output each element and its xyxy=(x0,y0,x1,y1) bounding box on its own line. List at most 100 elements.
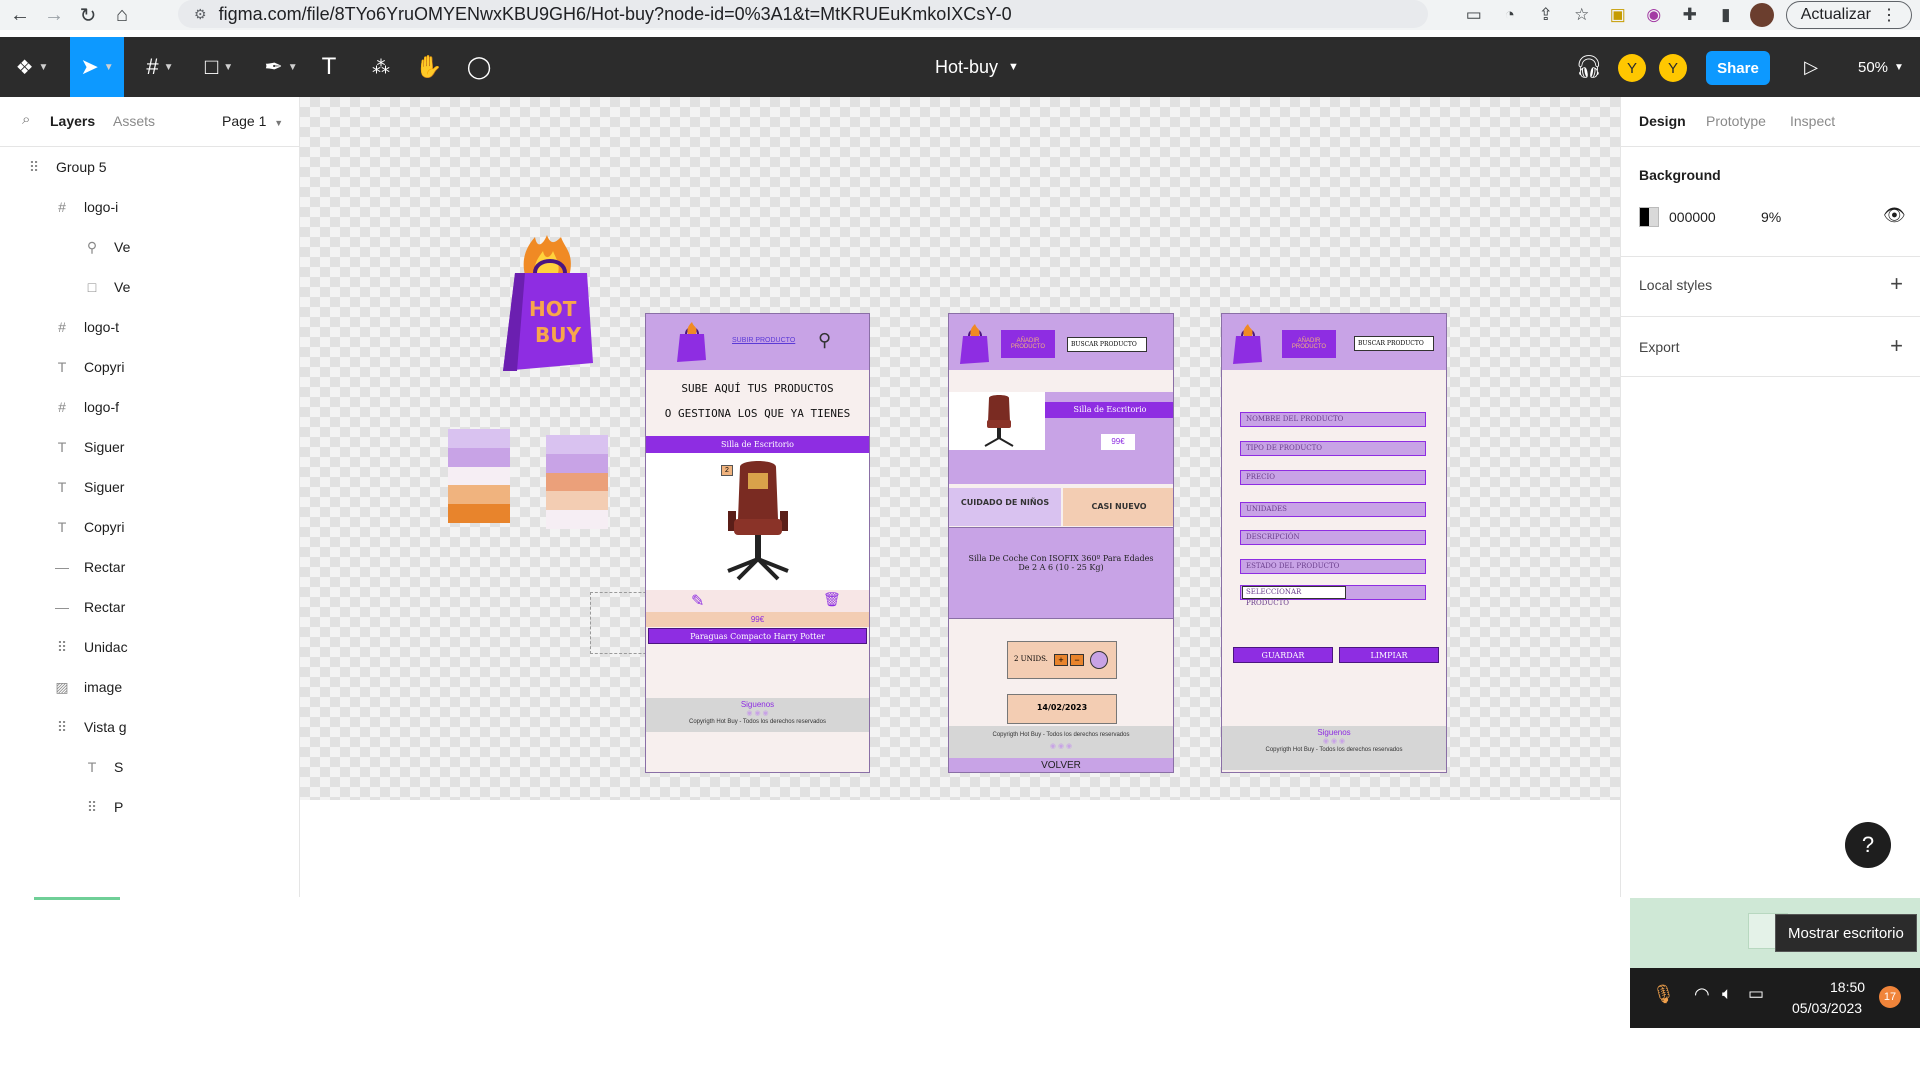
layer-row[interactable]: T Copyri xyxy=(0,507,300,547)
clock-time[interactable]: 18:50 xyxy=(1830,979,1865,995)
file-title-button[interactable]: Hot-buy ▼ xyxy=(935,37,1019,97)
extension-2-icon[interactable]: ◉ xyxy=(1636,0,1672,30)
layer-row[interactable]: ▨ image xyxy=(0,667,300,707)
volume-icon[interactable]: 🔈︎ xyxy=(1722,984,1732,1004)
search-product-input[interactable]: BUSCAR PRODUCTO xyxy=(1354,336,1434,351)
resources-tool[interactable]: ⁂ xyxy=(366,37,396,97)
cast-icon[interactable]: ▭ xyxy=(1456,0,1492,30)
layer-row[interactable]: # logo-f xyxy=(0,387,300,427)
layer-row[interactable]: TS xyxy=(0,747,300,787)
update-button[interactable]: Actualizar ⋮ xyxy=(1785,1,1912,29)
home-icon[interactable]: ⌂ xyxy=(108,0,136,30)
layer-row[interactable]: ⠿ Group 5 xyxy=(0,147,300,187)
address-bar[interactable]: ⚙ figma.com/file/8TYo6YruOMYENwxKBU9GH6/… xyxy=(178,0,1428,28)
forward-arrow-icon[interactable]: → xyxy=(40,0,68,30)
profile-avatar[interactable] xyxy=(1744,0,1780,30)
add-style-plus-icon[interactable]: + xyxy=(1890,271,1903,297)
product-title-bar-2[interactable]: Paraguas Compacto Harry Potter xyxy=(648,628,867,644)
back-button[interactable]: VOLVER xyxy=(949,758,1173,772)
tab-prototype[interactable]: Prototype xyxy=(1706,113,1766,129)
layer-row[interactable]: # logo-t xyxy=(0,307,300,347)
layer-row[interactable]: — Rectar xyxy=(0,587,300,627)
share-button[interactable]: Share xyxy=(1706,51,1770,85)
page-selector[interactable]: Page 1 ▼ xyxy=(222,113,283,129)
sidebar-icon[interactable]: ▮ xyxy=(1708,0,1744,30)
plus-button[interactable]: + xyxy=(1054,654,1068,666)
layer-row[interactable]: ⠿ Vista g xyxy=(0,707,300,747)
zoom-control[interactable]: 50% ▼ xyxy=(1858,37,1904,97)
search-icon[interactable]: ⌕ xyxy=(22,111,30,128)
mockup-screen-form[interactable]: AÑADIR PRODUCTO BUSCAR PRODUCTO NOMBRE D… xyxy=(1221,313,1447,773)
minus-button[interactable]: − xyxy=(1070,654,1084,666)
design-canvas[interactable]: HOT BUY SUBIR PRODUCTO ⚲ SUBE AQUÍ TUS P… xyxy=(300,97,1620,800)
field-product-type[interactable]: TIPO DE PRODUCTO xyxy=(1240,441,1426,456)
background-swatch[interactable] xyxy=(1639,207,1659,227)
text-tool[interactable]: T xyxy=(314,37,344,97)
clear-button[interactable]: LIMPIAR xyxy=(1339,647,1439,663)
microphone-icon[interactable]: 🎙︎ xyxy=(1652,984,1675,1005)
layer-row[interactable]: T Copyri xyxy=(0,347,300,387)
units-stepper[interactable]: 2 UNIDS. + − xyxy=(1007,641,1117,679)
mockup-screen-manage[interactable]: SUBIR PRODUCTO ⚲ SUBE AQUÍ TUS PRODUCTOS… xyxy=(645,313,870,773)
move-tool[interactable]: ➤ ▼ xyxy=(70,37,124,97)
help-button[interactable]: ? xyxy=(1845,822,1891,868)
layer-row[interactable]: T Siguer xyxy=(0,427,300,467)
layer-row[interactable]: □ Ve xyxy=(0,267,300,307)
tab-inspect[interactable]: Inspect xyxy=(1790,113,1835,129)
save-button[interactable]: GUARDAR xyxy=(1233,647,1333,663)
product-image[interactable]: 2 xyxy=(646,453,869,590)
trash-icon[interactable]: 🗑︎ xyxy=(823,591,841,608)
tab-design[interactable]: Design xyxy=(1639,113,1686,129)
shape-tool[interactable]: □ ▼ xyxy=(196,37,242,97)
field-product-name[interactable]: NOMBRE DEL PRODUCTO xyxy=(1240,412,1426,427)
field-product-state[interactable]: ESTADO DEL PRODUCTO xyxy=(1240,559,1426,574)
clock-date[interactable]: 05/03/2023 xyxy=(1792,1000,1862,1016)
battery-icon[interactable]: ▭ xyxy=(1748,984,1764,1004)
field-units[interactable]: UNIDADES xyxy=(1240,502,1426,517)
product-title-bar[interactable]: Silla de Escritorio xyxy=(646,436,869,453)
performance-icon[interactable]: ◔ xyxy=(1492,0,1528,30)
layer-row[interactable]: ⚲ Ve xyxy=(0,227,300,267)
upload-product-link[interactable]: SUBIR PRODUCTO xyxy=(732,337,795,344)
edit-pencil-icon[interactable]: ✎ xyxy=(691,591,704,611)
mockup-screen-detail[interactable]: AÑADIR PRODUCTO BUSCAR PRODUCTO Silla de… xyxy=(948,313,1174,773)
color-palette-1[interactable] xyxy=(448,429,510,523)
layer-row[interactable]: — Rectar xyxy=(0,547,300,587)
notification-badge[interactable]: 17 xyxy=(1879,986,1901,1008)
wifi-icon[interactable]: ◠ xyxy=(1694,984,1710,1005)
layer-row[interactable]: # logo-i xyxy=(0,187,300,227)
eye-icon[interactable]: 👁︎ xyxy=(1883,205,1906,226)
back-arrow-icon[interactable]: ← xyxy=(6,0,34,30)
reload-icon[interactable]: ↻ xyxy=(74,0,102,30)
background-opacity-input[interactable]: 9% xyxy=(1761,209,1781,225)
scrollbar[interactable] xyxy=(34,897,120,900)
collaborator-avatar[interactable]: Y xyxy=(1618,54,1646,82)
add-product-button[interactable]: AÑADIR PRODUCTO xyxy=(1282,330,1336,358)
share-page-icon[interactable]: ⇪ xyxy=(1528,0,1564,30)
add-export-plus-icon[interactable]: + xyxy=(1890,333,1903,359)
color-palette-2[interactable] xyxy=(546,435,608,529)
pen-tool[interactable]: ✒ ▼ xyxy=(258,37,304,97)
add-product-button[interactable]: AÑADIR PRODUCTO xyxy=(1001,330,1055,358)
comment-tool[interactable]: ◯ xyxy=(464,37,494,97)
collaborator-avatar[interactable]: Y xyxy=(1659,54,1687,82)
background-hex-input[interactable]: 000000 xyxy=(1669,209,1716,225)
search-icon[interactable]: ⚲ xyxy=(818,330,831,351)
hot-buy-logo[interactable]: HOT BUY xyxy=(495,235,605,375)
tab-layers[interactable]: Layers xyxy=(50,113,95,129)
field-price[interactable]: PRECIO xyxy=(1240,470,1426,485)
hand-tool[interactable]: ✋ xyxy=(414,37,444,97)
search-product-input[interactable]: BUSCAR PRODUCTO xyxy=(1067,337,1147,352)
extension-1-icon[interactable]: ▣ xyxy=(1600,0,1636,30)
select-product-dropdown[interactable]: SELECCIONAR PRODUCTO xyxy=(1242,586,1346,607)
tab-assets[interactable]: Assets xyxy=(113,113,155,129)
product-thumb[interactable] xyxy=(949,392,1045,450)
present-button[interactable]: ▷ xyxy=(1796,37,1826,97)
extensions-puzzle-icon[interactable]: ✚ xyxy=(1672,0,1708,30)
frame-tool[interactable]: # ▼ xyxy=(138,37,182,97)
layer-row[interactable]: ⠿ Unidac xyxy=(0,627,300,667)
layer-row[interactable]: T Siguer xyxy=(0,467,300,507)
main-menu-button[interactable]: ❖ ▼ xyxy=(10,37,54,97)
bookmark-star-icon[interactable]: ☆ xyxy=(1564,0,1600,30)
audio-button[interactable]: 🎧︎ xyxy=(1572,37,1606,97)
